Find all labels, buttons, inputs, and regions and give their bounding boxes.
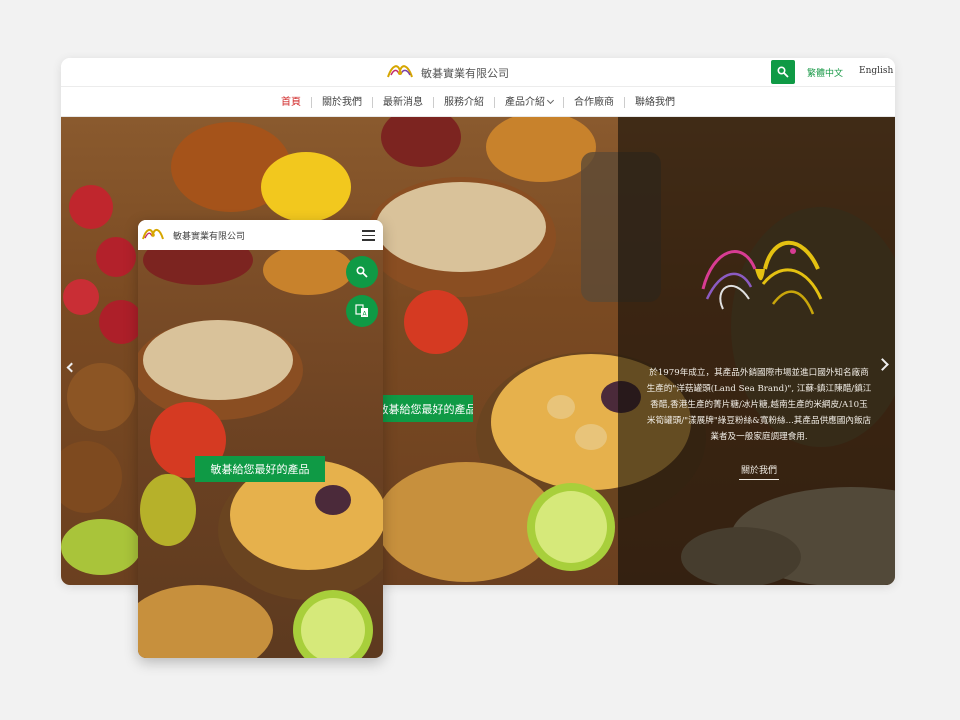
main-nav: 首頁 關於我們 最新消息 服務介紹 產品介紹 合作廠商 聯絡我們 bbox=[61, 87, 895, 117]
nav-item-contact[interactable]: 聯絡我們 bbox=[624, 96, 685, 108]
phoenix-logo-icon[interactable] bbox=[141, 225, 165, 245]
mobile-hero-banner: 敏碁給您最好的產品 bbox=[195, 456, 325, 482]
lang-zh-link[interactable]: 繁體中文 bbox=[807, 66, 843, 79]
mobile-translate-button[interactable]: A bbox=[346, 295, 378, 327]
nav-item-news[interactable]: 最新消息 bbox=[372, 96, 433, 108]
hero-banner: 敏碁給您最好的產品 bbox=[381, 395, 473, 422]
lang-en-link[interactable]: English bbox=[859, 66, 893, 76]
mobile-search-button[interactable] bbox=[346, 256, 378, 288]
mobile-hero-image: A 敏碁給您最好的產品 bbox=[138, 250, 383, 658]
search-button[interactable] bbox=[771, 60, 795, 84]
nav-item-products-label: 產品介紹 bbox=[505, 96, 545, 108]
phoenix-emblem-icon bbox=[693, 229, 828, 319]
company-name: 敏碁實業有限公司 bbox=[421, 67, 509, 80]
mobile-header: 敏碁實業有限公司 bbox=[138, 220, 383, 250]
phoenix-logo-icon[interactable] bbox=[386, 61, 414, 83]
nav-item-about[interactable]: 關於我們 bbox=[311, 96, 372, 108]
about-us-button[interactable]: 關於我們 bbox=[739, 463, 779, 480]
header-bar: 敏碁實業有限公司 繁體中文 English bbox=[61, 58, 895, 87]
about-description: 於1979年成立，其產品外銷國際市場並進口國外知名廠商生產的"洋菇罐頭(Land… bbox=[646, 368, 872, 442]
search-icon bbox=[356, 266, 368, 278]
hamburger-menu-icon[interactable] bbox=[362, 230, 375, 241]
nav-item-services[interactable]: 服務介紹 bbox=[433, 96, 494, 108]
nav-item-products[interactable]: 產品介紹 bbox=[494, 96, 563, 108]
search-icon bbox=[777, 66, 789, 78]
about-overlay: 於1979年成立，其產品外銷國際市場並進口國外知名廠商生產的"洋菇罐頭(Land… bbox=[618, 117, 895, 585]
mobile-mockup: 敏碁實業有限公司 A 敏碁給您最好的產品 bbox=[138, 220, 383, 658]
chevron-down-icon bbox=[546, 96, 555, 104]
mobile-company-name: 敏碁實業有限公司 bbox=[173, 232, 246, 242]
nav-item-home[interactable]: 首頁 bbox=[271, 97, 311, 108]
translate-icon: A bbox=[355, 304, 368, 318]
nav-item-partners[interactable]: 合作廠商 bbox=[563, 96, 624, 108]
